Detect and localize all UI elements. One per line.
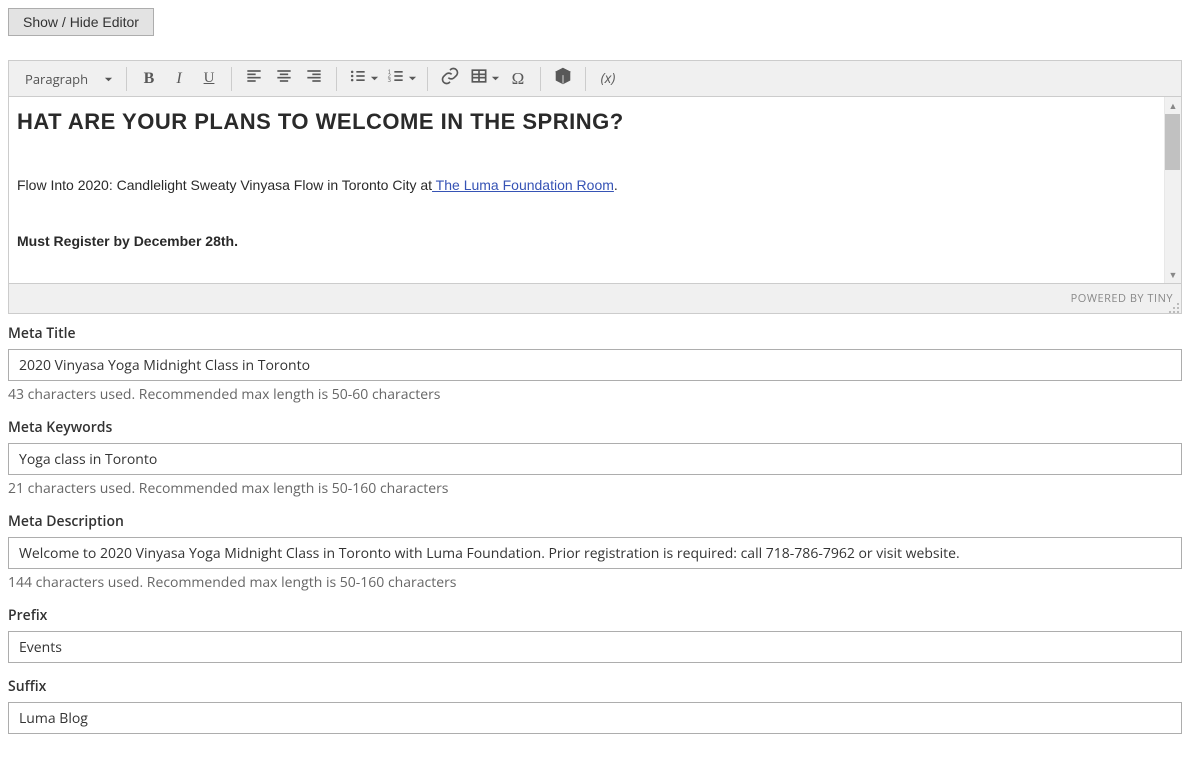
scroll-down-arrow[interactable]: ▼ — [1165, 266, 1182, 283]
resize-handle[interactable] — [1168, 300, 1180, 312]
align-left-icon — [244, 66, 264, 91]
chevron-down-icon — [370, 69, 379, 88]
bullet-list-icon — [348, 66, 368, 91]
content-body-line: Flow Into 2020: Candlelight Sweaty Vinya… — [17, 177, 1155, 193]
content-body-suffix: . — [614, 177, 618, 193]
numbered-list-icon: 123 — [386, 66, 406, 91]
link-icon — [440, 66, 460, 91]
underline-button[interactable]: U — [194, 65, 224, 93]
editor-toolbar: Paragraph B I U — [9, 61, 1181, 97]
svg-text:3: 3 — [387, 76, 390, 84]
meta-title-label: Meta Title — [8, 324, 1182, 343]
bullet-list-button[interactable] — [344, 65, 382, 93]
meta-title-input[interactable] — [8, 349, 1182, 381]
chevron-down-icon — [491, 69, 500, 88]
toggle-editor-button[interactable]: Show / Hide Editor — [8, 8, 154, 36]
editor-statusbar: POWERED BY TINY — [9, 283, 1181, 313]
scroll-up-arrow[interactable]: ▲ — [1165, 97, 1182, 114]
variable-button[interactable]: (x) — [593, 65, 623, 93]
widget-button[interactable] — [548, 65, 578, 93]
link-button[interactable] — [435, 65, 465, 93]
toolbar-separator — [427, 67, 428, 91]
omega-icon: Ω — [512, 69, 525, 89]
suffix-label: Suffix — [8, 677, 1182, 696]
content-body-prefix: Flow Into 2020: Candlelight Sweaty Vinya… — [17, 177, 432, 193]
bold-button[interactable]: B — [134, 65, 164, 93]
meta-keywords-hint: 21 characters used. Recommended max leng… — [8, 479, 1182, 498]
scroll-thumb[interactable] — [1165, 114, 1180, 170]
special-char-button[interactable]: Ω — [503, 65, 533, 93]
content-link[interactable]: The Luma Foundation Room — [432, 177, 614, 193]
table-icon — [469, 66, 489, 91]
align-left-button[interactable] — [239, 65, 269, 93]
toolbar-separator — [126, 67, 127, 91]
rich-text-editor: Paragraph B I U — [8, 60, 1182, 314]
toolbar-separator — [540, 67, 541, 91]
prefix-label: Prefix — [8, 606, 1182, 625]
toolbar-separator — [231, 67, 232, 91]
toolbar-separator — [585, 67, 586, 91]
content-bold-line: Must Register by December 28th. — [17, 233, 1155, 249]
table-button[interactable] — [465, 65, 503, 93]
powered-by-label: POWERED BY TINY — [1071, 291, 1173, 306]
bold-icon: B — [144, 70, 155, 88]
align-center-button[interactable] — [269, 65, 299, 93]
align-right-button[interactable] — [299, 65, 329, 93]
meta-title-hint: 43 characters used. Recommended max leng… — [8, 385, 1182, 404]
italic-icon: I — [176, 70, 181, 88]
align-center-icon — [274, 66, 294, 91]
meta-keywords-label: Meta Keywords — [8, 418, 1182, 437]
meta-description-label: Meta Description — [8, 512, 1182, 531]
scrollbar[interactable]: ▲ ▼ — [1164, 97, 1181, 283]
numbered-list-button[interactable]: 123 — [382, 65, 420, 93]
cube-icon — [553, 66, 573, 91]
underline-icon: U — [204, 70, 215, 87]
toolbar-separator — [336, 67, 337, 91]
suffix-input[interactable] — [8, 702, 1182, 734]
chevron-down-icon — [408, 69, 417, 88]
chevron-down-icon — [104, 70, 113, 88]
meta-description-hint: 144 characters used. Recommended max len… — [8, 573, 1182, 592]
variable-icon: (x) — [601, 69, 616, 88]
format-select[interactable]: Paragraph — [19, 66, 119, 92]
meta-keywords-input[interactable] — [8, 443, 1182, 475]
meta-description-input[interactable] — [8, 537, 1182, 569]
prefix-input[interactable] — [8, 631, 1182, 663]
italic-button[interactable]: I — [164, 65, 194, 93]
format-select-label: Paragraph — [25, 70, 88, 88]
editor-content-area[interactable]: HAT ARE YOUR PLANS TO WELCOME IN THE SPR… — [9, 97, 1181, 283]
align-right-icon — [304, 66, 324, 91]
content-heading: HAT ARE YOUR PLANS TO WELCOME IN THE SPR… — [17, 109, 1155, 135]
